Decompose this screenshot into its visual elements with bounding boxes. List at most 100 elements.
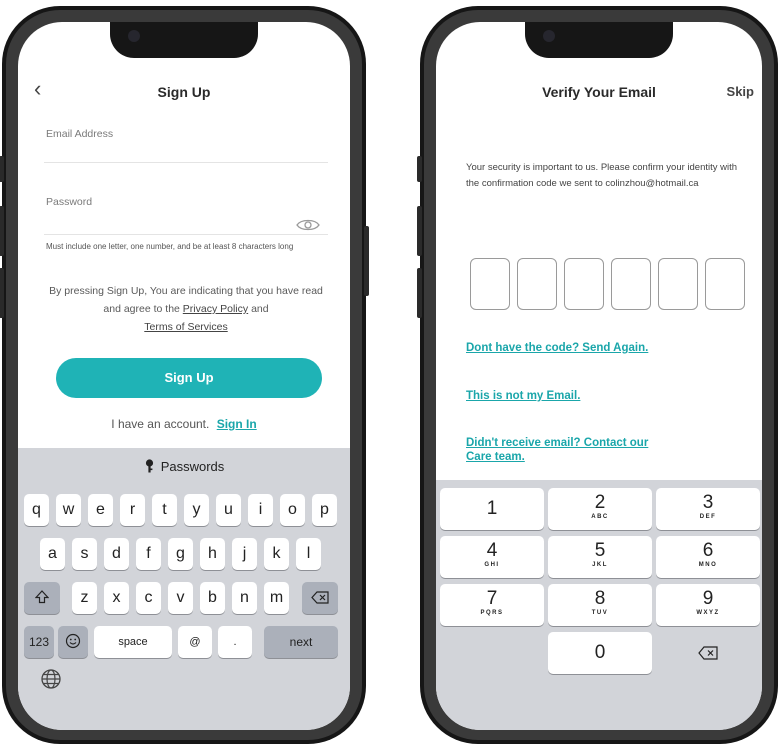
numpad-digit: 0: [594, 642, 606, 663]
code-digit-input[interactable]: [470, 258, 510, 310]
globe-icon[interactable]: [40, 668, 62, 690]
backspace-icon[interactable]: [656, 632, 760, 674]
numpad-key-0[interactable]: 0: [548, 632, 652, 674]
key-b[interactable]: b: [200, 582, 225, 614]
verify-message: Your security is important to us. Please…: [466, 162, 738, 189]
numpad-key-3[interactable]: 3 DEF: [656, 488, 760, 530]
numpad-key-5[interactable]: 5 JKL: [548, 536, 652, 578]
numpad-key-1[interactable]: 1: [440, 488, 544, 530]
key-h[interactable]: h: [200, 538, 225, 570]
keyboard: Passwords q w e r t y u i o p a s d f g …: [18, 448, 350, 730]
key-i[interactable]: i: [248, 494, 273, 526]
side-button: [417, 268, 422, 318]
key-c[interactable]: c: [136, 582, 161, 614]
key-g[interactable]: g: [168, 538, 193, 570]
password-field-label: Password: [46, 196, 93, 208]
camera: [128, 30, 140, 42]
verify-screen: Verify Your Email Skip Your security is …: [436, 22, 762, 730]
numpad-key-8[interactable]: 8 TUV: [548, 584, 652, 626]
numbers-key[interactable]: 123: [24, 626, 54, 658]
not-my-email-link[interactable]: This is not my Email.: [466, 389, 580, 403]
numpad-digit: 1: [486, 498, 498, 519]
have-account-text: I have an account.: [111, 417, 210, 431]
have-account-row: I have an account. Sign In: [18, 417, 350, 431]
privacy-policy-link[interactable]: Privacy Policy: [183, 303, 248, 315]
dot-key[interactable]: .: [218, 626, 252, 658]
code-digit-input[interactable]: [705, 258, 745, 310]
side-button: [0, 206, 4, 256]
password-field[interactable]: [44, 234, 328, 235]
sign-up-button[interactable]: Sign Up: [56, 358, 322, 398]
side-button: [0, 268, 4, 318]
side-button: [417, 156, 422, 182]
page-title: Sign Up: [157, 84, 211, 100]
code-digit-input[interactable]: [517, 258, 557, 310]
side-button: [0, 156, 4, 182]
numpad-letters: ABC: [591, 514, 609, 520]
key-f[interactable]: f: [136, 538, 161, 570]
key-n[interactable]: n: [232, 582, 257, 614]
page-title: Verify Your Email: [542, 84, 656, 100]
key-w[interactable]: w: [56, 494, 81, 526]
email-field[interactable]: [44, 162, 328, 163]
emoji-icon[interactable]: [58, 626, 88, 658]
skip-button[interactable]: Skip: [727, 84, 754, 99]
at-key[interactable]: @: [178, 626, 212, 658]
key-k[interactable]: k: [264, 538, 289, 570]
key-r[interactable]: r: [120, 494, 145, 526]
contact-care-link[interactable]: Didn't receive email? Contact our Care t…: [466, 436, 648, 464]
backspace-icon[interactable]: [302, 582, 338, 614]
key-icon: [145, 459, 153, 473]
key-a[interactable]: a: [40, 538, 65, 570]
key-m[interactable]: m: [264, 582, 289, 614]
numpad-letters: GHI: [484, 562, 500, 568]
next-key[interactable]: next: [264, 626, 338, 658]
passwords-label: Passwords: [160, 459, 225, 474]
key-j[interactable]: j: [232, 538, 257, 570]
side-button: [364, 226, 369, 296]
key-y[interactable]: y: [184, 494, 209, 526]
numpad-letters: JKL: [592, 562, 608, 568]
numeric-keypad: 1 2 ABC 3 DEF 4 GHI 5 JKL 6 MNO 7 PQRS 8…: [436, 480, 762, 730]
numpad-digit: 2: [594, 492, 606, 513]
key-o[interactable]: o: [280, 494, 305, 526]
space-key[interactable]: space: [94, 626, 172, 658]
key-v[interactable]: v: [168, 582, 193, 614]
key-l[interactable]: l: [296, 538, 321, 570]
sign-in-link[interactable]: Sign In: [217, 417, 257, 431]
key-t[interactable]: t: [152, 494, 177, 526]
key-z[interactable]: z: [72, 582, 97, 614]
passwords-bar[interactable]: Passwords: [18, 448, 350, 486]
numpad-key-4[interactable]: 4 GHI: [440, 536, 544, 578]
key-s[interactable]: s: [72, 538, 97, 570]
numpad-key-7[interactable]: 7 PQRS: [440, 584, 544, 626]
shift-icon[interactable]: [24, 582, 60, 614]
key-u[interactable]: u: [216, 494, 241, 526]
key-p[interactable]: p: [312, 494, 337, 526]
code-digit-input[interactable]: [564, 258, 604, 310]
key-e[interactable]: e: [88, 494, 113, 526]
password-hint: Must include one letter, one number, and…: [46, 242, 294, 251]
numpad-digit: 3: [702, 492, 714, 513]
numpad-key-9[interactable]: 9 WXYZ: [656, 584, 760, 626]
camera: [543, 30, 555, 42]
terms-of-services-link[interactable]: Terms of Services: [144, 321, 227, 333]
numpad-digit: 8: [594, 588, 606, 609]
key-d[interactable]: d: [104, 538, 129, 570]
numpad-digit: 4: [486, 540, 498, 561]
code-digit-input[interactable]: [658, 258, 698, 310]
code-digit-input[interactable]: [611, 258, 651, 310]
numpad-letters: MNO: [698, 562, 718, 568]
side-button: [417, 206, 422, 256]
key-q[interactable]: q: [24, 494, 49, 526]
phone-frame-signup: ‹ Sign Up Email Address Password Must in…: [0, 6, 369, 744]
numpad-key-6[interactable]: 6 MNO: [656, 536, 760, 578]
key-x[interactable]: x: [104, 582, 129, 614]
resend-code-link[interactable]: Dont have the code? Send Again.: [466, 341, 648, 355]
numpad-key-2[interactable]: 2 ABC: [548, 488, 652, 530]
contact-link-line1: Didn't receive email? Contact our: [466, 437, 649, 449]
numpad-digit: 6: [702, 540, 714, 561]
eye-icon[interactable]: [296, 218, 320, 232]
numpad-digit: 5: [594, 540, 606, 561]
numpad-digit: 7: [486, 588, 498, 609]
